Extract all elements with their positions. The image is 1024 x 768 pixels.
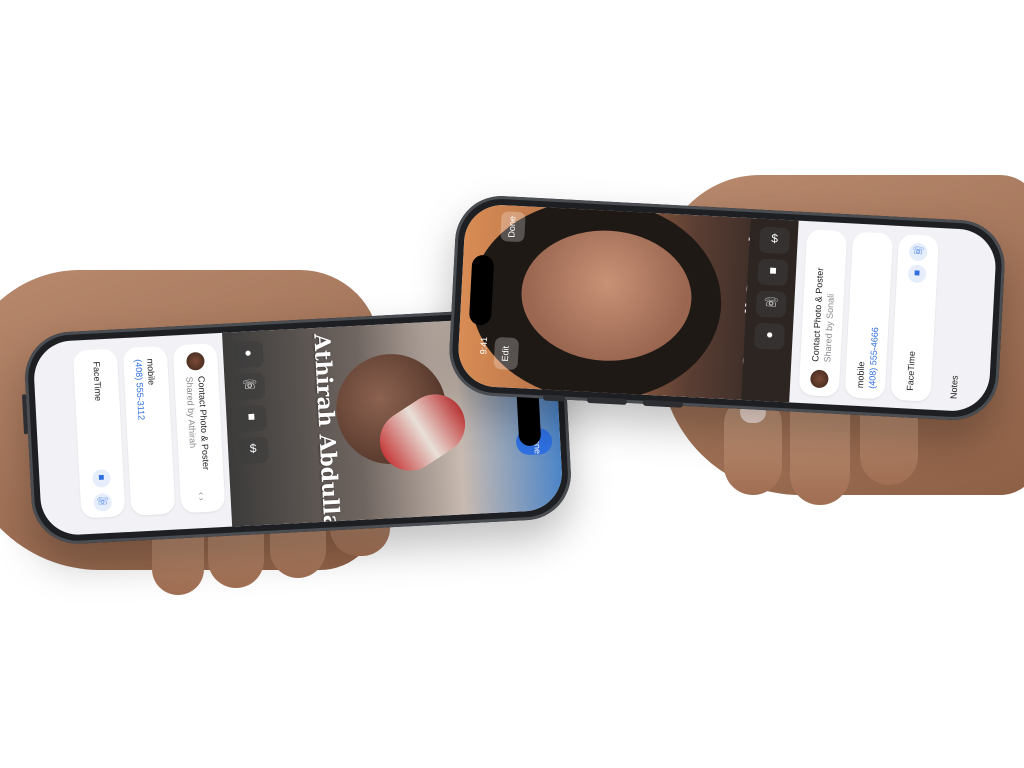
left-facetime-card[interactable]: FaceTime ■ ☏ xyxy=(72,348,126,519)
right-facetime-card[interactable]: FaceTime ☏ ■ xyxy=(890,233,940,402)
right-actions-column: $ ■ ☏ ● xyxy=(741,218,799,403)
video-call-icon[interactable]: ■ xyxy=(92,468,111,488)
right-iphone: Sonali Sanghvi 9:41 Edit Done $ ■ ☏ ● Co… xyxy=(447,193,1007,423)
notes-label: Notes xyxy=(948,375,960,400)
audio-call-icon-right[interactable]: ☏ xyxy=(908,242,928,262)
phone-label: mobile xyxy=(145,358,157,386)
message-icon: ● xyxy=(244,345,253,360)
right-phone-screen: Sonali Sanghvi 9:41 Edit Done $ ■ ☏ ● Co… xyxy=(456,203,998,413)
right-phone-number-card[interactable]: mobile (408) 555-4666 xyxy=(844,231,894,400)
call-button[interactable]: ☏ xyxy=(234,372,266,401)
video-icon: ■ xyxy=(769,263,778,278)
pay-button[interactable]: $ xyxy=(237,436,269,465)
phone-number[interactable]: (408) 555-3112 xyxy=(133,359,146,420)
facetime-label: FaceTime xyxy=(91,361,104,402)
left-shared-card[interactable]: Contact Photo & Poster Shared by Athirah… xyxy=(172,343,226,514)
right-phone-action-button xyxy=(642,399,684,408)
video-button-right[interactable]: ■ xyxy=(757,258,789,287)
edit-button[interactable]: Edit xyxy=(493,336,520,371)
phone-icon: ☏ xyxy=(241,377,258,392)
right-phone-volume-up xyxy=(542,394,566,402)
dollar-icon: $ xyxy=(249,441,257,456)
phone-number-right[interactable]: (408) 555-4666 xyxy=(867,327,880,389)
shared-by-right: Shared by Sonali xyxy=(822,293,836,363)
right-shared-card[interactable]: Contact Photo & Poster Shared by Sonali xyxy=(798,229,848,397)
shared-title: Contact Photo & Poster xyxy=(196,375,212,471)
call-button-right[interactable]: ☏ xyxy=(755,290,787,319)
athirah-avatar xyxy=(186,351,205,371)
dollar-icon: $ xyxy=(771,231,779,246)
right-dynamic-island xyxy=(468,254,495,326)
message-icon: ● xyxy=(765,327,774,342)
facetime-label-right: FaceTime xyxy=(904,350,917,391)
pay-button-right[interactable]: $ xyxy=(758,226,791,255)
message-button-right[interactable]: ● xyxy=(753,322,786,351)
status-time: 9:41 xyxy=(478,336,490,355)
left-phone-number-card[interactable]: mobile (408) 555-3112 xyxy=(122,345,176,516)
video-icon: ■ xyxy=(247,409,256,424)
right-phone-volume-down xyxy=(586,396,628,405)
left-contact-name: Athirah Abdullah xyxy=(308,332,346,537)
audio-call-icon[interactable]: ☏ xyxy=(93,492,113,512)
chevron-icon: ‹ › xyxy=(196,491,207,501)
left-phone-side-button xyxy=(21,394,29,435)
video-call-icon-right[interactable]: ■ xyxy=(907,264,927,284)
airdrop-namedrop-scene: Athirah Abdullah ● ☏ ■ $ Done Contact Ph… xyxy=(0,0,1024,768)
phone-label-right: mobile xyxy=(854,361,867,389)
message-button[interactable]: ● xyxy=(232,340,264,369)
facetime-button[interactable]: ■ xyxy=(235,404,268,433)
sonali-avatar xyxy=(809,369,829,389)
phone-icon: ☏ xyxy=(763,294,780,310)
done-button-right[interactable]: Done xyxy=(500,211,526,243)
